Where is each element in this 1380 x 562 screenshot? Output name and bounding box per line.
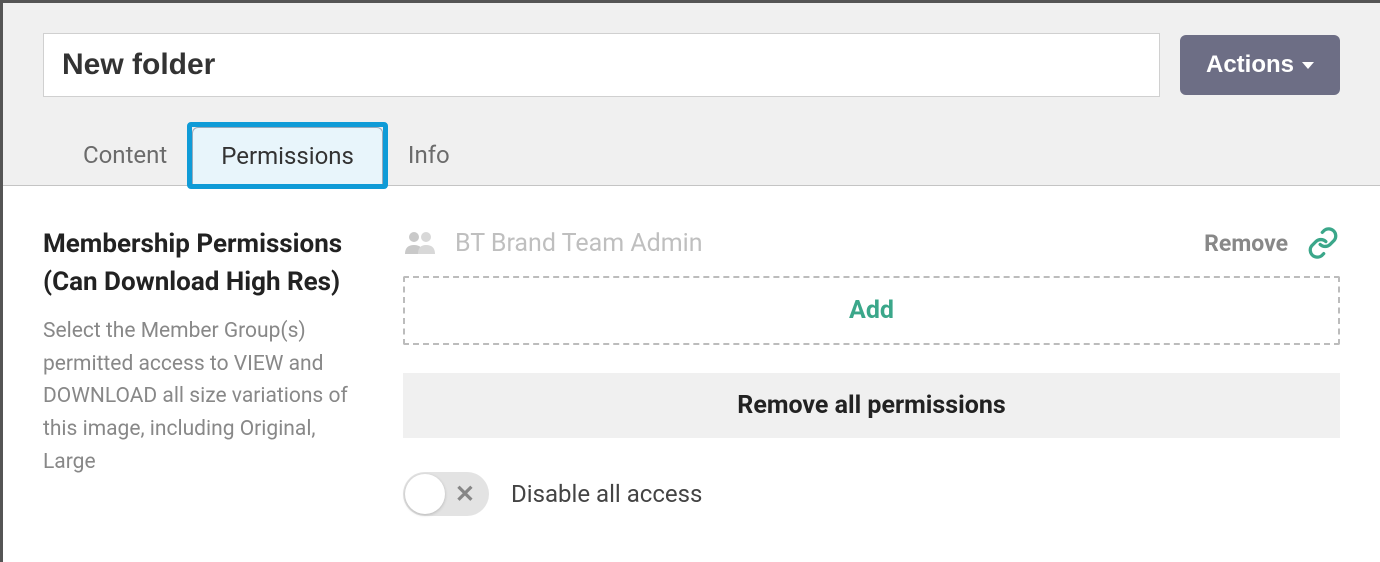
toggle-knob <box>405 474 445 514</box>
left-column: Membership Permissions (Can Download Hig… <box>43 226 363 516</box>
title-row: Actions <box>43 33 1340 97</box>
remove-link[interactable]: Remove <box>1204 230 1288 257</box>
remove-all-button[interactable]: Remove all permissions <box>403 373 1340 438</box>
disable-access-row: ✕ Disable all access <box>403 472 1340 516</box>
close-icon: ✕ <box>455 482 475 506</box>
tab-permissions-highlight: Permissions <box>187 122 388 189</box>
member-group-name: BT Brand Team Admin <box>455 229 1186 258</box>
caret-down-icon <box>1302 62 1314 69</box>
tab-permissions[interactable]: Permissions <box>192 127 383 184</box>
section-description: Select the Member Group(s) permitted acc… <box>43 315 363 478</box>
tab-content[interactable]: Content <box>63 125 187 185</box>
disable-access-toggle[interactable]: ✕ <box>403 472 489 516</box>
actions-button-label: Actions <box>1206 51 1294 79</box>
actions-button[interactable]: Actions <box>1180 35 1340 95</box>
section-title: Membership Permissions (Can Download Hig… <box>43 226 363 301</box>
member-group-row: BT Brand Team Admin Remove <box>403 226 1340 260</box>
tab-info[interactable]: Info <box>388 125 470 185</box>
link-icon[interactable] <box>1306 226 1340 260</box>
users-icon <box>403 230 437 256</box>
header-area: Actions Content Permissions Info <box>3 3 1380 186</box>
content-area: Membership Permissions (Can Download Hig… <box>3 186 1380 556</box>
disable-access-label: Disable all access <box>511 480 702 508</box>
add-button[interactable]: Add <box>403 276 1340 345</box>
folder-title-input[interactable] <box>43 33 1160 97</box>
right-column: BT Brand Team Admin Remove Add Remove al… <box>403 226 1340 516</box>
tabs: Content Permissions Info <box>63 122 1340 185</box>
